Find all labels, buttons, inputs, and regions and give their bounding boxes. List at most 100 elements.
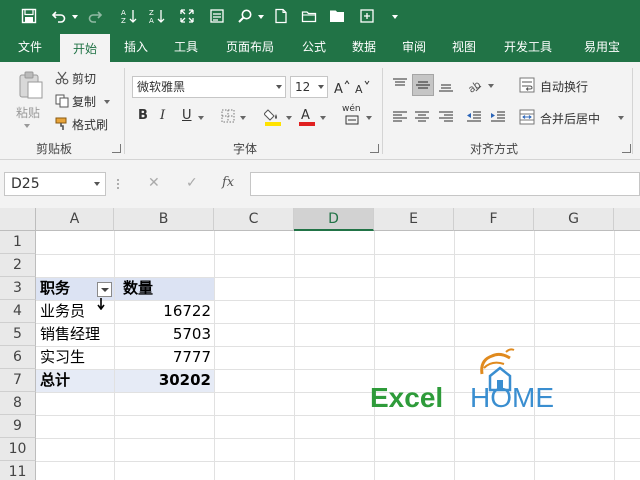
row-header[interactable]: 10 xyxy=(0,438,36,461)
tab-file[interactable]: 文件 xyxy=(8,34,52,62)
pivot-row-label[interactable]: 销售经理 xyxy=(37,323,113,346)
tab-formulas[interactable]: 公式 xyxy=(292,34,336,62)
underline-dropdown-icon[interactable] xyxy=(198,116,204,120)
column-header[interactable]: F xyxy=(454,208,534,231)
font-color-dropdown-icon[interactable] xyxy=(320,116,326,120)
tab-tools[interactable]: 工具 xyxy=(164,34,208,62)
cancel-icon[interactable]: ✕ xyxy=(148,175,160,191)
pivot-value-cell[interactable]: 5703 xyxy=(114,323,214,346)
column-header[interactable]: B xyxy=(114,208,214,231)
align-center-icon[interactable] xyxy=(412,108,432,126)
row-header[interactable]: 4 xyxy=(0,300,36,323)
sort-ascending-icon[interactable]: AZ xyxy=(118,5,140,27)
copy-dropdown-icon[interactable] xyxy=(104,100,110,104)
undo-dropdown-icon[interactable] xyxy=(72,15,78,19)
copy-button[interactable]: 复制 xyxy=(72,93,96,110)
column-header[interactable]: E xyxy=(374,208,454,231)
form-icon[interactable] xyxy=(206,5,228,27)
cut-button[interactable]: 剪切 xyxy=(72,70,96,87)
row-header[interactable]: 6 xyxy=(0,346,36,369)
column-header[interactable]: C xyxy=(214,208,294,231)
row-header[interactable]: 11 xyxy=(0,461,36,480)
tab-data[interactable]: 数据 xyxy=(342,34,386,62)
undo-icon[interactable] xyxy=(48,5,70,27)
align-middle-icon[interactable] xyxy=(412,74,434,96)
align-right-icon[interactable] xyxy=(436,108,456,126)
align-left-icon[interactable] xyxy=(390,108,410,126)
increase-font-icon[interactable]: A xyxy=(334,78,350,96)
find-dropdown-icon[interactable] xyxy=(258,15,264,19)
customize-toolbar-icon[interactable] xyxy=(392,15,398,19)
clipboard-launcher-icon[interactable] xyxy=(112,144,121,153)
folder-icon[interactable] xyxy=(326,5,348,27)
enter-icon[interactable]: ✓ xyxy=(186,175,198,191)
row-header[interactable]: 9 xyxy=(0,415,36,438)
select-all-corner[interactable] xyxy=(0,208,36,231)
decrease-font-icon[interactable]: A xyxy=(354,78,370,96)
row-header[interactable]: 1 xyxy=(0,231,36,254)
column-header[interactable]: G xyxy=(534,208,614,231)
row-header[interactable]: 8 xyxy=(0,392,36,415)
paste-icon[interactable] xyxy=(12,70,48,100)
row-header[interactable]: 7 xyxy=(0,369,36,392)
column-header-selected[interactable]: D xyxy=(294,208,374,231)
name-box[interactable]: D25 xyxy=(4,172,106,196)
fill-color-icon[interactable] xyxy=(264,106,282,126)
orientation-dropdown-icon[interactable] xyxy=(488,84,494,88)
tab-home[interactable]: 开始 xyxy=(60,34,110,62)
filter-dropdown-button[interactable] xyxy=(97,282,112,297)
pivot-grand-total-value[interactable]: 30202 xyxy=(114,369,214,392)
italic-button[interactable]: I xyxy=(160,108,165,123)
column-header[interactable]: A xyxy=(36,208,114,231)
font-color-icon[interactable]: A xyxy=(298,106,316,126)
tab-page-layout[interactable]: 页面布局 xyxy=(218,34,282,62)
tab-insert[interactable]: 插入 xyxy=(114,34,158,62)
font-name-select[interactable]: 微软雅黑 xyxy=(132,76,286,98)
paste-dropdown-icon[interactable] xyxy=(24,124,30,128)
align-bottom-icon[interactable] xyxy=(436,76,456,94)
formula-input[interactable] xyxy=(250,172,640,196)
fullscreen-icon[interactable] xyxy=(176,5,198,27)
insert-function-icon[interactable]: fx xyxy=(222,175,234,190)
row-header[interactable]: 2 xyxy=(0,254,36,277)
column-header[interactable] xyxy=(614,208,640,231)
row-header[interactable]: 5 xyxy=(0,323,36,346)
paste-button[interactable]: 粘贴 xyxy=(16,104,40,121)
pivot-value-cell[interactable]: 16722 xyxy=(114,300,214,323)
underline-button[interactable]: U xyxy=(182,108,192,123)
bold-button[interactable]: B xyxy=(138,108,148,123)
redo-icon[interactable] xyxy=(84,5,106,27)
alignment-launcher-icon[interactable] xyxy=(622,144,631,153)
tab-review[interactable]: 审阅 xyxy=(392,34,436,62)
pivot-value-field-header[interactable]: 数量 xyxy=(120,277,210,300)
font-launcher-icon[interactable] xyxy=(370,144,379,153)
row-header[interactable]: 3 xyxy=(0,277,36,300)
fill-color-dropdown-icon[interactable] xyxy=(286,116,292,120)
open-folder-icon[interactable] xyxy=(298,5,320,27)
merge-center-button[interactable]: 合并后居中 xyxy=(540,110,600,127)
font-size-select[interactable]: 12 xyxy=(290,76,328,98)
format-painter-button[interactable]: 格式刷 xyxy=(72,116,108,133)
sort-descending-icon[interactable]: ZA xyxy=(146,5,168,27)
save-icon[interactable] xyxy=(18,5,40,27)
tab-yiyongbao[interactable]: 易用宝 xyxy=(572,34,632,62)
orientation-icon[interactable]: ab xyxy=(464,76,484,94)
pivot-grand-total-label[interactable]: 总计 xyxy=(37,369,113,392)
pivot-row-field-header[interactable]: 职务 xyxy=(37,277,97,300)
pivot-row-label[interactable]: 实习生 xyxy=(37,346,113,369)
decrease-indent-icon[interactable] xyxy=(464,108,484,126)
new-file-icon[interactable] xyxy=(270,5,292,27)
tab-developer[interactable]: 开发工具 xyxy=(496,34,560,62)
phonetic-dropdown-icon[interactable] xyxy=(366,116,372,120)
border-icon[interactable] xyxy=(220,108,236,124)
screenshot-icon[interactable] xyxy=(356,5,378,27)
pivot-value-cell[interactable]: 7777 xyxy=(114,346,214,369)
increase-indent-icon[interactable] xyxy=(488,108,508,126)
align-top-icon[interactable] xyxy=(390,76,410,94)
wrap-text-button[interactable]: 自动换行 xyxy=(540,78,588,95)
border-dropdown-icon[interactable] xyxy=(240,116,246,120)
merge-dropdown-icon[interactable] xyxy=(618,116,624,120)
resize-handle-icon[interactable] xyxy=(116,176,120,192)
phonetic-button[interactable]: wén xyxy=(342,104,361,114)
find-icon[interactable] xyxy=(234,5,256,27)
